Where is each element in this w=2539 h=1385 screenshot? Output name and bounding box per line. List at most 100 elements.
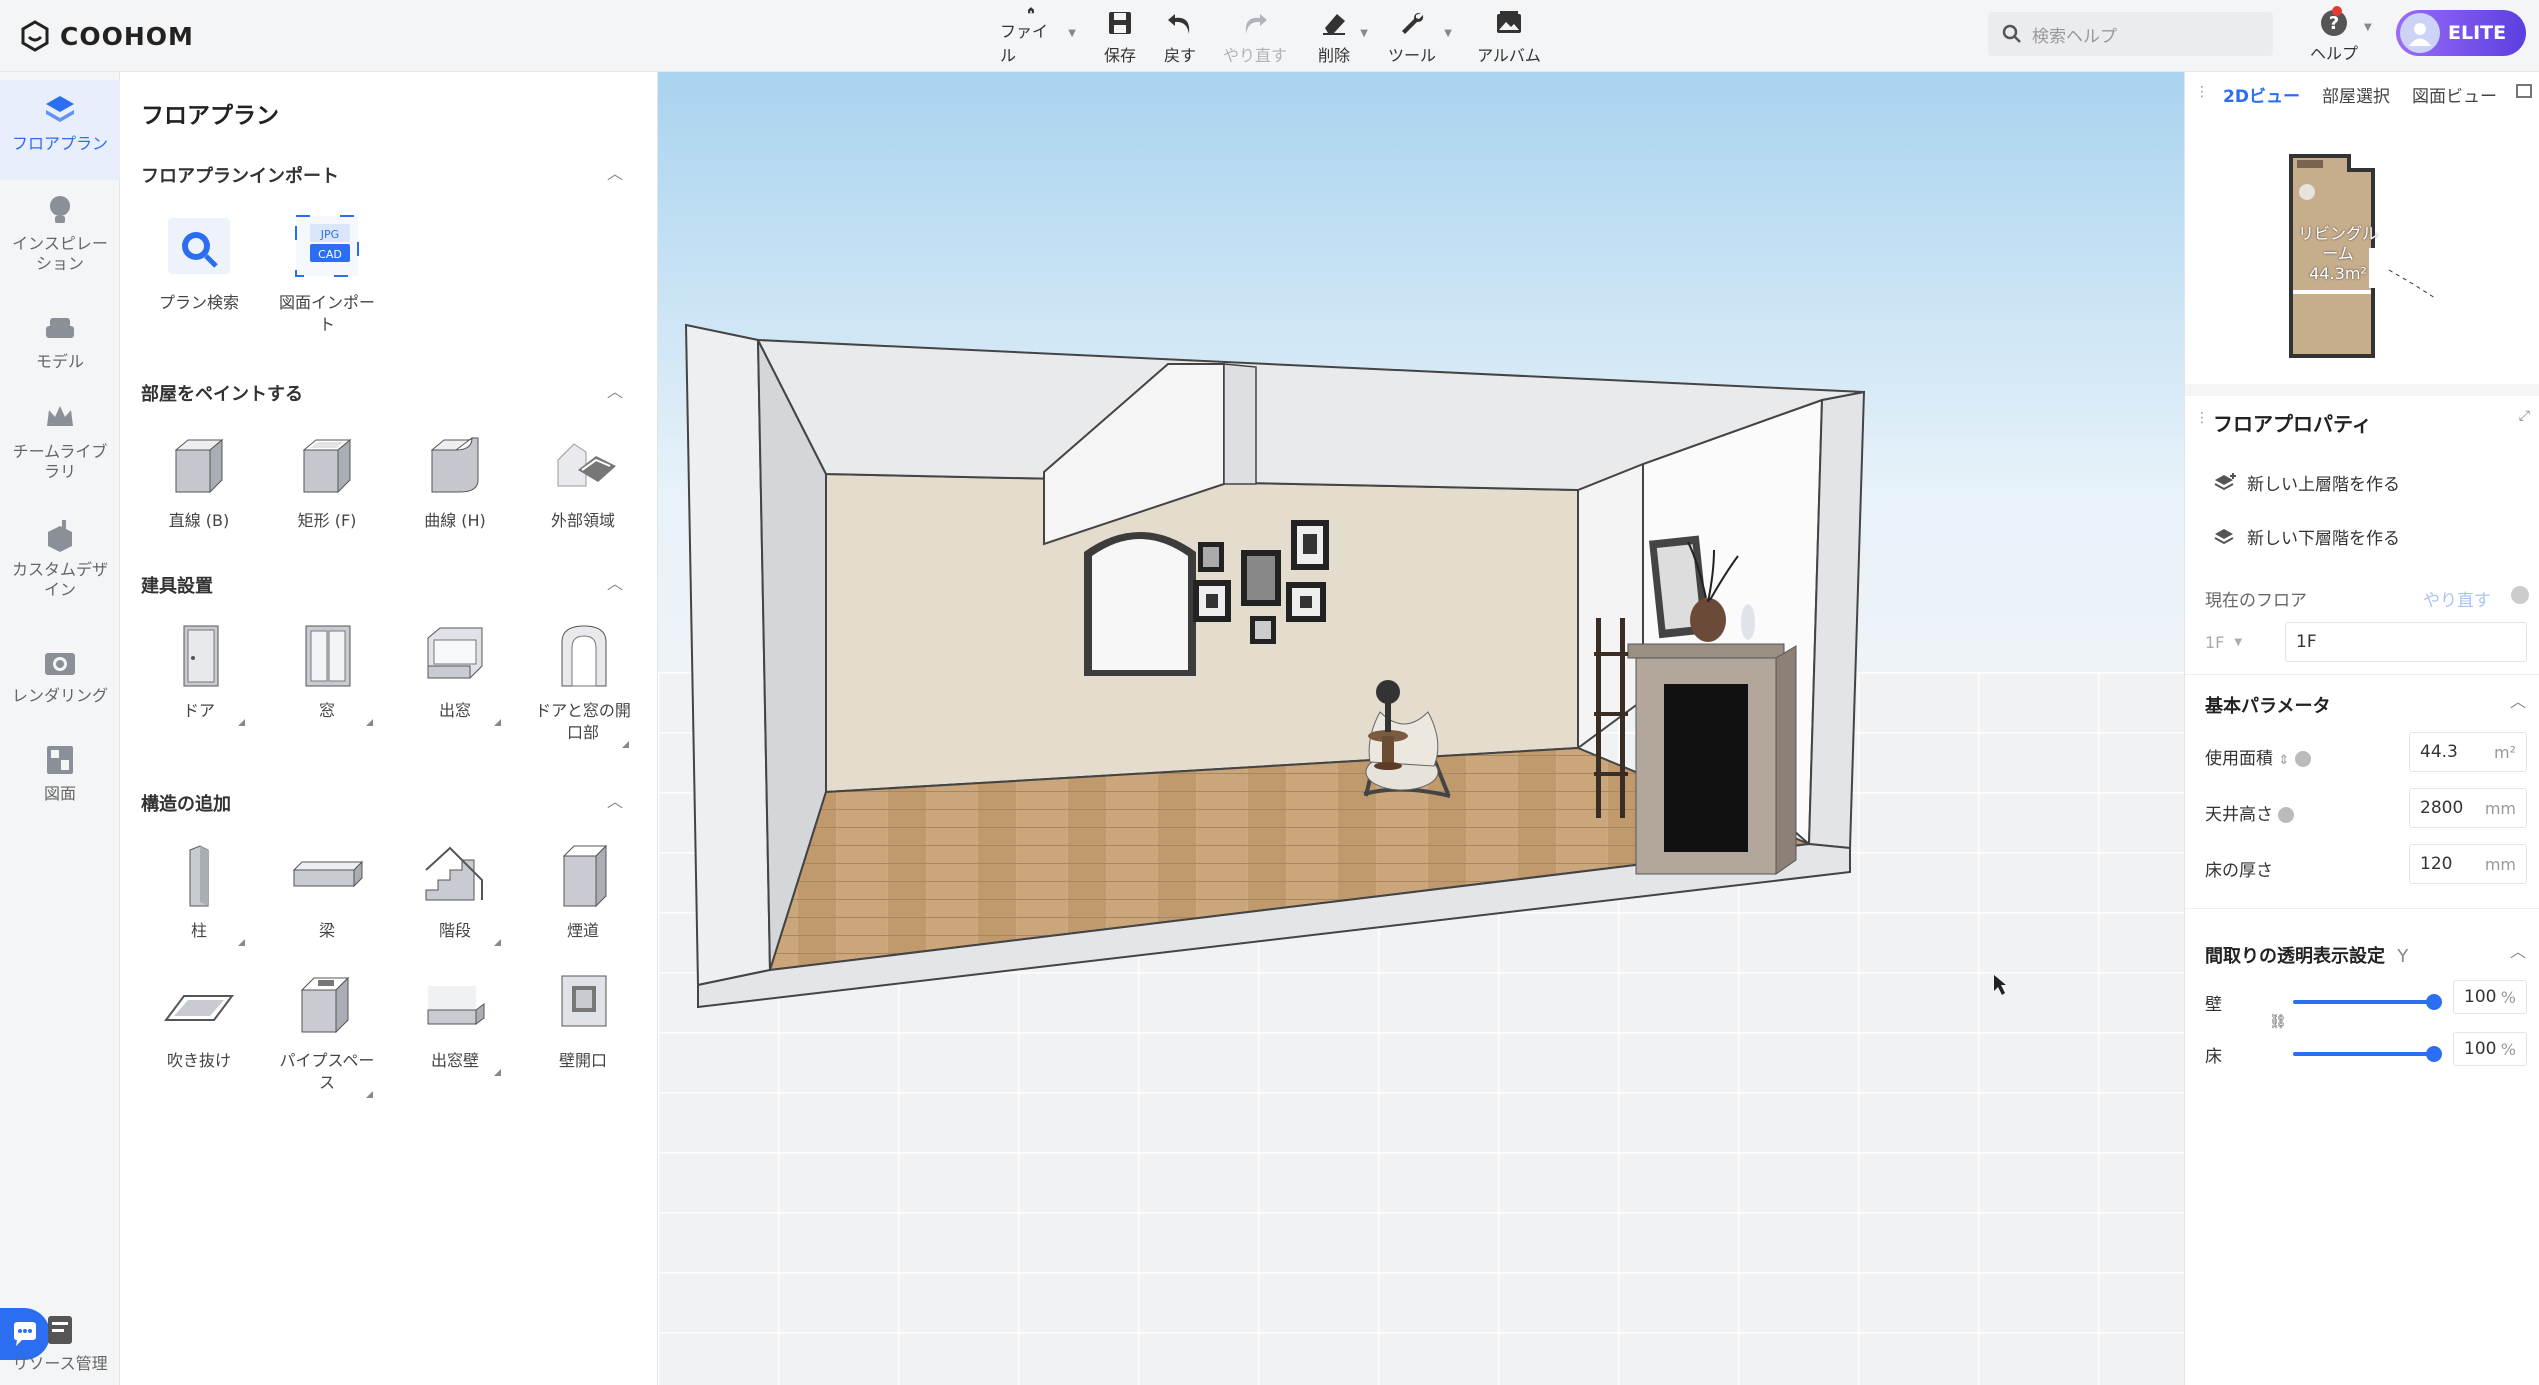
floor-level-value: 1F bbox=[2205, 632, 2225, 652]
wall-opening-icon bbox=[561, 975, 607, 1027]
drag-handle-icon[interactable]: ⋮ bbox=[2195, 410, 2209, 426]
drag-handle-icon[interactable]: ⋮ bbox=[2195, 84, 2209, 100]
save-button[interactable]: 保存 bbox=[1100, 6, 1140, 66]
chevron-up-icon[interactable]: ︿ bbox=[607, 788, 623, 812]
transparency-title-text: 間取りの透明表示設定 bbox=[2205, 946, 2385, 967]
floor-name-input[interactable]: 1F bbox=[2285, 622, 2527, 662]
expand-corner-icon bbox=[238, 939, 245, 946]
redo-button[interactable]: やり直す bbox=[1222, 6, 1288, 66]
new-upper-floor-button[interactable]: 新しい上層階を作る bbox=[2213, 470, 2400, 495]
tools-menu-button[interactable]: ツール ▼ bbox=[1386, 6, 1452, 66]
wall-opacity-slider[interactable] bbox=[2293, 994, 2442, 1010]
expand-corner-icon bbox=[494, 939, 501, 946]
slider-handle[interactable] bbox=[2426, 994, 2442, 1010]
bay-window-tool[interactable]: 出窓 bbox=[391, 620, 519, 726]
eraser-icon bbox=[1323, 14, 1345, 35]
nav-item-team-library[interactable]: チームライブラリ bbox=[0, 390, 120, 482]
save-label: 保存 bbox=[1103, 46, 1136, 65]
ceiling-height-input[interactable]: 2800 mm bbox=[2409, 788, 2527, 828]
chevron-up-icon[interactable]: ︿ bbox=[2510, 938, 2526, 962]
floor-thickness-unit: mm bbox=[2484, 854, 2516, 874]
drawing-import-icon: JPG CAD bbox=[295, 215, 359, 277]
door-icon bbox=[183, 625, 219, 687]
drawing-import-tool[interactable]: JPG CAD 図面インポート bbox=[263, 212, 391, 336]
redo-floor-link[interactable]: やり直す bbox=[2423, 586, 2491, 611]
transparency-title: 間取りの透明表示設定 Y bbox=[2205, 942, 2408, 968]
nav-item-custom-design[interactable]: カスタムデザイン bbox=[0, 508, 120, 600]
chevron-up-icon[interactable]: ︿ bbox=[607, 570, 623, 594]
help-search-input[interactable]: 検索ヘルプ bbox=[1988, 12, 2273, 56]
file-menu-button[interactable]: ファイル ▼ bbox=[1000, 6, 1076, 66]
tab-2d-view[interactable]: 2Dビュー bbox=[2223, 82, 2300, 107]
void-tool[interactable]: 吹き抜け bbox=[135, 970, 263, 1072]
new-lower-label: 新しい下層階を作る bbox=[2247, 529, 2400, 549]
elite-badge: ELITE bbox=[2448, 22, 2507, 44]
area-label: 使用面積 ⇕ bbox=[2205, 744, 2311, 769]
paint-curve-tool[interactable]: 曲線 (H) bbox=[391, 430, 519, 532]
app-window: { "app": {"brand": "COOHOM"}, "toolbar":… bbox=[0, 0, 2539, 1385]
door-window-opening-tool[interactable]: ドアと窓の開口部 bbox=[519, 620, 647, 748]
help-label: ヘルプ bbox=[2310, 44, 2359, 63]
undo-button[interactable]: 戻す bbox=[1160, 6, 1200, 66]
camera-icon bbox=[45, 653, 75, 675]
link-icon[interactable]: ⛓ bbox=[2269, 1014, 2287, 1030]
nav-item-drawing[interactable]: 図面 bbox=[0, 732, 120, 804]
collapse-icon[interactable] bbox=[2516, 84, 2532, 98]
top-toolbar: COOHOM ファイル ▼ 保存 戻す やり直す 削除 ▼ ツール ▼ アルバム… bbox=[0, 0, 2539, 72]
wall-opacity-input[interactable]: 100% bbox=[2453, 980, 2527, 1014]
avatar bbox=[2400, 13, 2440, 53]
nav-item-resource-management[interactable]: リソース管理 bbox=[0, 1308, 120, 1374]
help-button[interactable]: ? ヘルプ bbox=[2310, 6, 2358, 64]
chevron-up-icon[interactable]: ︿ bbox=[607, 160, 623, 184]
chevron-down-icon: ▼ bbox=[2234, 636, 2243, 648]
nav-item-floorplan[interactable]: フロアプラン bbox=[0, 80, 120, 180]
door-tool[interactable]: ドア bbox=[135, 620, 263, 726]
percent-unit: % bbox=[2500, 987, 2516, 1007]
nav-item-inspiration[interactable]: インスピレーション bbox=[0, 182, 120, 274]
delete-menu-button[interactable]: 削除 ▼ bbox=[1314, 6, 1368, 66]
nav-item-rendering[interactable]: レンダリング bbox=[0, 634, 120, 706]
paint-rect-tool[interactable]: 矩形 (F) bbox=[263, 430, 391, 532]
new-lower-floor-button[interactable]: 新しい下層階を作る bbox=[2213, 524, 2400, 549]
3d-viewport[interactable]: 1F ▼ 2D ▼ 3D ▼ − 172 % + bbox=[658, 72, 2184, 1385]
properties-title: フロアプロパティ bbox=[2213, 412, 2372, 436]
tab-drawing-view[interactable]: 図面ビュー bbox=[2412, 82, 2497, 107]
floor-opacity-slider[interactable] bbox=[2293, 1046, 2442, 1062]
tool-label: 矩形 (F) bbox=[297, 511, 357, 530]
box-room-icon bbox=[302, 438, 352, 494]
sort-icon: ⇕ bbox=[2278, 753, 2290, 768]
chevron-up-icon[interactable]: ︿ bbox=[2510, 688, 2526, 712]
floor-thickness-input[interactable]: 120 mm bbox=[2409, 844, 2527, 884]
paint-outdoor-tool[interactable]: 外部領域 bbox=[519, 430, 647, 532]
stairs-tool[interactable]: 階段 bbox=[391, 840, 519, 946]
wall-opening-tool[interactable]: 壁開口 bbox=[519, 970, 647, 1072]
void-icon bbox=[164, 995, 234, 1021]
tab-room-select[interactable]: 部屋選択 bbox=[2322, 82, 2390, 107]
expand-corner-icon bbox=[494, 719, 501, 726]
flue-tool[interactable]: 煙道 bbox=[519, 840, 647, 942]
floor-opacity-input[interactable]: 100% bbox=[2453, 1032, 2527, 1066]
album-button[interactable]: アルバム bbox=[1474, 6, 1544, 66]
bay-wall-icon bbox=[427, 986, 485, 1025]
area-input[interactable]: 44.3 m² bbox=[2409, 732, 2527, 772]
tool-label: プラン検索 bbox=[158, 293, 239, 312]
nav-item-model[interactable]: モデル bbox=[0, 300, 120, 372]
bay-window-wall-tool[interactable]: 出窓壁 bbox=[391, 970, 519, 1076]
chevron-up-icon[interactable]: ︿ bbox=[607, 378, 623, 402]
slider-handle[interactable] bbox=[2426, 1046, 2442, 1062]
divider bbox=[2185, 674, 2539, 675]
floor-level-select[interactable]: 1F ▼ bbox=[2205, 622, 2261, 662]
pipe-space-tool[interactable]: パイプスペース bbox=[263, 970, 391, 1098]
beam-tool[interactable]: 梁 bbox=[263, 840, 391, 942]
coohom-logo[interactable]: COOHOM bbox=[18, 14, 194, 58]
expand-icon[interactable]: ⤢ bbox=[2519, 408, 2530, 424]
wall-opacity-label: 壁 bbox=[2205, 995, 2222, 1015]
window-tool[interactable]: 窓 bbox=[263, 620, 391, 726]
window-icon bbox=[305, 625, 351, 687]
paint-line-tool[interactable]: 直線 (B) bbox=[135, 430, 263, 532]
plan-search-tool[interactable]: プラン検索 bbox=[135, 212, 263, 314]
floor-opacity-value: 100 bbox=[2464, 1039, 2497, 1059]
account-elite-button[interactable]: ELITE bbox=[2396, 10, 2526, 56]
column-tool[interactable]: 柱 bbox=[135, 840, 263, 946]
3d-scene[interactable] bbox=[658, 72, 2184, 1385]
